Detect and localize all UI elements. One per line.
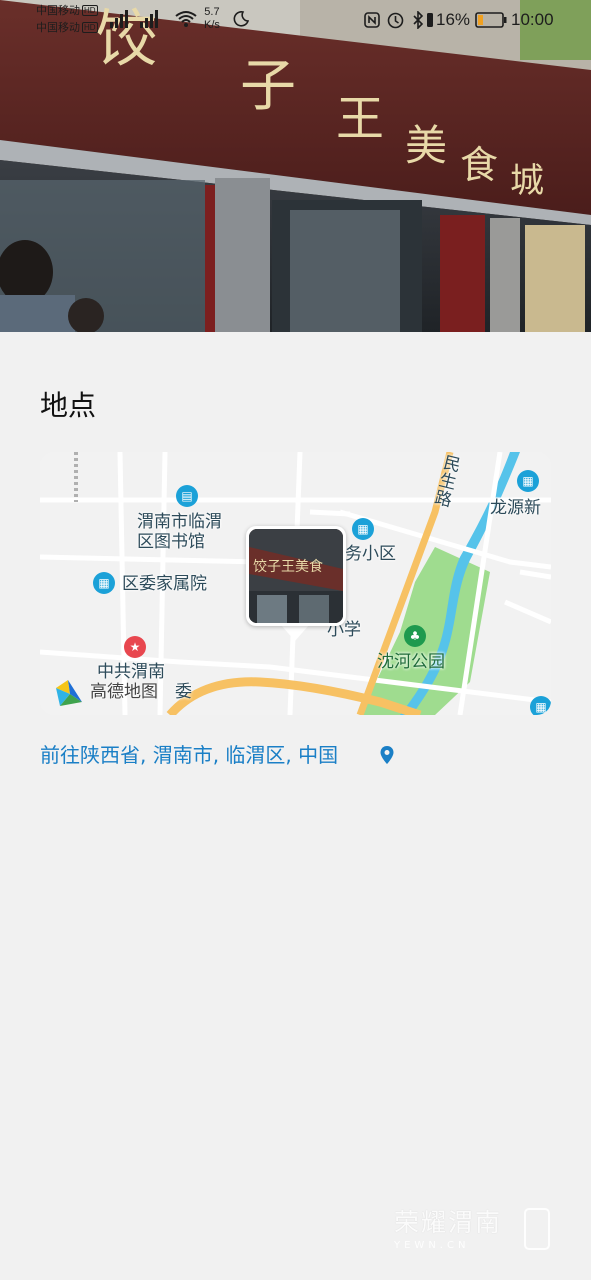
- section-title: 地点: [40, 389, 97, 422]
- moon-icon: [233, 11, 249, 27]
- svg-text:美: 美: [405, 121, 447, 170]
- vibrate-icon: [427, 13, 433, 27]
- carrier-2: 中国移动 HD: [36, 22, 98, 34]
- svg-text:城: 城: [510, 161, 544, 201]
- location-pin-icon[interactable]: [379, 745, 395, 765]
- star-marker-icon: ★: [124, 636, 146, 658]
- navigate-address-link[interactable]: 前往陕西省, 渭南市, 临渭区, 中国: [40, 741, 338, 769]
- building-icon: ▦: [517, 470, 539, 492]
- svg-text:子: 子: [240, 54, 296, 119]
- location-photo[interactable]: 饺 子 王 美 食 城: [0, 0, 591, 332]
- storefront-image: 饺 子 王 美 食 城: [0, 0, 591, 332]
- map-label-park: 沈河公园: [377, 652, 445, 672]
- map-label-residence: 务小区: [345, 544, 396, 564]
- park-icon: ♣: [404, 625, 426, 647]
- carrier-1: 中国移动 HD: [36, 5, 98, 17]
- signal-icon: [110, 10, 158, 28]
- battery-percent: 16%: [436, 10, 471, 29]
- building-icon: ▦: [530, 696, 551, 715]
- storefront-thumbnail: 饺子王美食: [249, 529, 343, 623]
- watermark: 荣耀渭南 YEWN.CN: [394, 1208, 503, 1251]
- map-provider-label: 高德地图: [90, 682, 158, 702]
- bluetooth-icon: [413, 11, 424, 29]
- location-map[interactable]: 渭南市临渭 区图书馆 ▤ 务小区 ▦ 区委家属院 ▦ 小学 沈河公园 ♣ 龙源新 …: [40, 452, 551, 715]
- marker-pointer: [281, 625, 309, 641]
- svg-text:王: 王: [336, 91, 384, 147]
- clock: 10:00: [511, 10, 554, 29]
- status-bar: 中国移动 HD 中国移动 HD 5.7 K/s 16% 10:00: [0, 0, 591, 40]
- nfc-icon: [364, 12, 380, 28]
- residence-icon: ▦: [352, 518, 374, 540]
- alarm-icon: [387, 12, 404, 29]
- map-label-committee: 区委家属院: [122, 574, 207, 594]
- location-marker-thumbnail[interactable]: 饺子王美食: [246, 526, 346, 626]
- network-speed: 5.7 K/s: [204, 6, 220, 31]
- svg-text:食: 食: [460, 143, 498, 187]
- library-icon: ▤: [176, 485, 198, 507]
- wifi-icon: [175, 11, 197, 27]
- battery-icon: [475, 12, 507, 28]
- thumb-sign-text: 饺子王美食: [253, 558, 323, 575]
- building-icon: ▦: [93, 572, 115, 594]
- map-label-longyuan: 龙源新: [490, 498, 541, 518]
- amap-logo-icon: [56, 680, 82, 706]
- watermark-phone-icon: [524, 1208, 550, 1250]
- map-label-library: 渭南市临渭 区图书馆: [137, 512, 222, 552]
